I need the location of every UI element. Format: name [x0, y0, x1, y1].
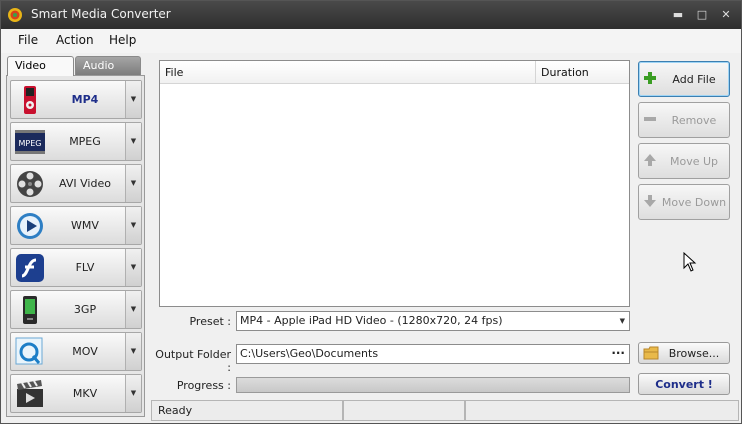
minus-icon — [644, 117, 656, 121]
app-logo-icon — [8, 8, 22, 22]
add-file-label: Add File — [672, 73, 716, 86]
format-label: MPEG — [69, 135, 101, 148]
format-mkv-button[interactable]: MKV ▼ — [10, 374, 142, 413]
convert-label: Convert ! — [655, 378, 713, 391]
status-bar: Ready — [151, 400, 741, 421]
browse-button[interactable]: Browse... — [638, 342, 730, 364]
chevron-down-icon[interactable]: ▼ — [125, 291, 141, 328]
film-reel-icon — [17, 171, 43, 197]
progress-bar — [236, 377, 630, 393]
ipod-icon — [24, 86, 36, 114]
output-folder-value: C:\Users\Geo\Documents — [240, 347, 379, 360]
preset-value: MP4 - Apple iPad HD Video - (1280x720, 2… — [240, 314, 503, 327]
status-text: Ready — [151, 400, 343, 421]
menu-bar: File Action Help — [1, 29, 741, 53]
convert-button[interactable]: Convert ! — [638, 373, 730, 395]
format-mov-button[interactable]: MOV ▼ — [10, 332, 142, 371]
add-file-button[interactable]: Add File — [638, 61, 730, 97]
app-window: Smart Media Converter ▬ □ ✕ File Action … — [0, 0, 742, 424]
column-header-duration[interactable]: Duration — [536, 61, 629, 84]
preset-select[interactable]: MP4 - Apple iPad HD Video - (1280x720, 2… — [236, 311, 630, 331]
move-down-button[interactable]: Move Down — [638, 184, 730, 220]
menu-file[interactable]: File — [18, 33, 38, 47]
status-cell-2 — [343, 400, 465, 421]
flash-icon — [16, 254, 44, 282]
mpeg-film-icon: MPEG — [15, 130, 45, 154]
format-3gp-button[interactable]: 3GP ▼ — [10, 290, 142, 329]
chevron-down-icon[interactable]: ▼ — [125, 333, 141, 370]
tab-audio[interactable]: Audio — [75, 56, 141, 76]
format-mp4-button[interactable]: MP4 ▼ — [10, 80, 142, 119]
format-list: MP4 ▼ MPEG MPEG ▼ AVI Video ▼ WMV ▼ FLV … — [6, 75, 145, 417]
format-wmv-button[interactable]: WMV ▼ — [10, 206, 142, 245]
format-label: MKV — [72, 387, 98, 400]
move-down-label: Move Down — [661, 196, 727, 209]
chevron-down-icon[interactable]: ▼ — [620, 312, 625, 330]
mobile-phone-icon — [23, 296, 37, 324]
file-list[interactable]: File Duration — [159, 60, 630, 307]
preset-label: Preset : — [189, 315, 231, 328]
format-label: AVI Video — [59, 177, 111, 190]
output-folder-label: Output Folder : — [155, 348, 231, 374]
arrow-up-icon — [644, 154, 656, 166]
quicktime-icon — [15, 337, 43, 365]
menu-help[interactable]: Help — [109, 33, 136, 47]
ellipsis-button[interactable]: ··· — [611, 344, 625, 362]
progress-label: Progress : — [176, 379, 231, 392]
mouse-cursor-icon — [683, 252, 697, 272]
format-label: 3GP — [73, 303, 97, 316]
svg-text:MPEG: MPEG — [19, 139, 42, 148]
close-button[interactable]: ✕ — [715, 7, 737, 23]
browse-label: Browse... — [668, 347, 720, 360]
window-title: Smart Media Converter — [31, 7, 171, 21]
chevron-down-icon[interactable]: ▼ — [125, 249, 141, 286]
chevron-down-icon[interactable]: ▼ — [125, 81, 141, 118]
plus-icon — [644, 72, 656, 84]
chevron-down-icon[interactable]: ▼ — [125, 375, 141, 412]
move-up-label: Move Up — [669, 155, 719, 168]
chevron-down-icon[interactable]: ▼ — [125, 165, 141, 202]
format-mpeg-button[interactable]: MPEG MPEG ▼ — [10, 122, 142, 161]
tab-video[interactable]: Video — [7, 56, 74, 76]
title-bar[interactable]: Smart Media Converter ▬ □ ✕ — [1, 1, 741, 29]
remove-button[interactable]: Remove — [638, 102, 730, 138]
format-label: FLV — [75, 261, 95, 274]
format-label: WMV — [71, 219, 99, 232]
format-label: MOV — [72, 345, 98, 358]
clapperboard-icon — [17, 380, 43, 407]
status-cell-3 — [465, 400, 739, 421]
maximize-button[interactable]: □ — [691, 7, 713, 23]
chevron-down-icon[interactable]: ▼ — [125, 207, 141, 244]
minimize-button[interactable]: ▬ — [667, 7, 689, 23]
remove-label: Remove — [671, 114, 717, 127]
menu-action[interactable]: Action — [56, 33, 94, 47]
folder-icon — [643, 346, 659, 360]
format-flv-button[interactable]: FLV ▼ — [10, 248, 142, 287]
media-player-icon — [17, 213, 43, 239]
column-header-file[interactable]: File — [160, 61, 536, 84]
format-avi-button[interactable]: AVI Video ▼ — [10, 164, 142, 203]
chevron-down-icon[interactable]: ▼ — [125, 123, 141, 160]
arrow-down-icon — [644, 195, 656, 207]
format-label: MP4 — [71, 93, 99, 106]
move-up-button[interactable]: Move Up — [638, 143, 730, 179]
output-folder-field[interactable]: C:\Users\Geo\Documents ··· — [236, 344, 630, 364]
